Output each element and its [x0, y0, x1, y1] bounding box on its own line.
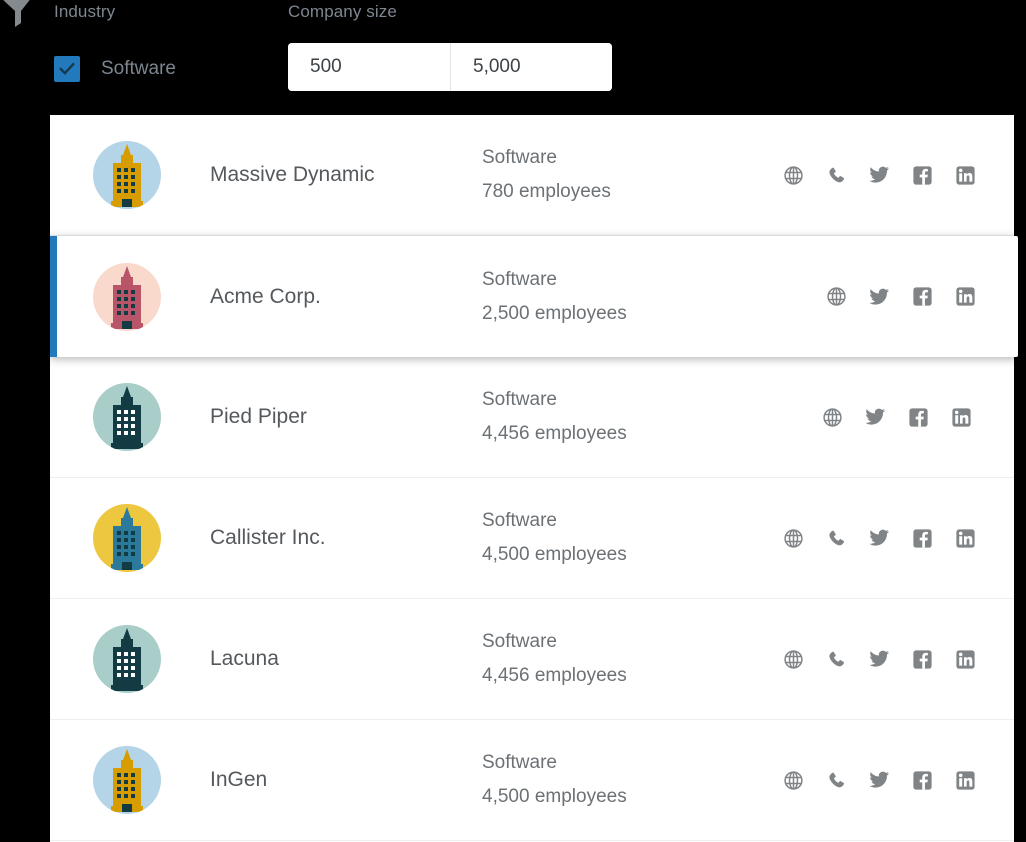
row-selection-indicator: [50, 236, 57, 357]
company-meta: Software 4,456 employees: [482, 383, 782, 451]
facebook-icon[interactable]: [911, 286, 933, 308]
avatar: [93, 504, 161, 572]
linkedin-icon[interactable]: [954, 286, 976, 308]
company-employees: 4,456 employees: [482, 665, 627, 686]
linkedin-icon[interactable]: [950, 406, 972, 428]
company-search-screen: Industry Company size Software 500 5,000: [0, 0, 1026, 842]
facebook-icon[interactable]: [911, 527, 933, 549]
avatar: [93, 141, 161, 209]
table-row[interactable]: Lacuna Software 4,456 employees: [50, 599, 1014, 720]
social-links: [782, 164, 976, 186]
twitter-icon[interactable]: [864, 406, 886, 428]
company-size-min-input[interactable]: 500: [288, 43, 450, 91]
linkedin-icon[interactable]: [954, 527, 976, 549]
social-links: [821, 406, 972, 428]
twitter-icon[interactable]: [868, 527, 890, 549]
company-meta: Software 4,500 employees: [482, 504, 782, 572]
company-meta: Software 4,456 employees: [482, 625, 782, 693]
company-name: Massive Dynamic: [210, 163, 375, 186]
company-results-list: Massive Dynamic Software 780 employees A…: [50, 115, 1018, 842]
company-industry: Software: [482, 752, 557, 773]
globe-icon[interactable]: [825, 286, 847, 308]
company-name: Callister Inc.: [210, 526, 326, 549]
company-name: Acme Corp.: [210, 284, 321, 308]
avatar: [93, 383, 161, 451]
company-size-filter-label: Company size: [288, 2, 397, 21]
table-row[interactable]: Pied Piper Software 4,456 employees: [50, 357, 1014, 478]
company-employees: 4,500 employees: [482, 786, 627, 807]
phone-icon[interactable]: [825, 527, 847, 549]
company-industry: Software: [482, 389, 557, 410]
industry-filter-column: Industry: [54, 0, 115, 24]
table-row[interactable]: Massive Dynamic Software 780 employees: [50, 115, 1014, 236]
filter-funnel-icon: [2, 0, 36, 30]
company-name: InGen: [210, 768, 268, 791]
industry-option-software[interactable]: Software: [54, 56, 176, 82]
facebook-icon[interactable]: [911, 769, 933, 791]
linkedin-icon[interactable]: [954, 164, 976, 186]
facebook-icon[interactable]: [911, 648, 933, 670]
company-size-max-input[interactable]: 5,000: [450, 43, 612, 91]
industry-filter-label: Industry: [54, 2, 116, 21]
globe-icon[interactable]: [782, 527, 804, 549]
company-size-range-group: 500 5,000: [288, 43, 612, 91]
company-name: Lacuna: [210, 647, 279, 670]
social-links: [782, 769, 976, 791]
avatar: [93, 625, 161, 693]
company-employees: 2,500 employees: [482, 302, 627, 324]
company-employees: 780 employees: [482, 181, 611, 202]
avatar: [93, 262, 161, 331]
twitter-icon[interactable]: [868, 164, 890, 186]
filter-bar: Industry Company size Software 500 5,000: [0, 0, 1026, 115]
table-row-selected[interactable]: Acme Corp. Software 2,500 employees: [50, 236, 1018, 357]
facebook-icon[interactable]: [911, 164, 933, 186]
company-industry: Software: [482, 147, 557, 168]
company-meta: Software 780 employees: [482, 141, 782, 209]
company-industry: Software: [482, 510, 557, 531]
twitter-icon[interactable]: [868, 286, 890, 308]
avatar: [93, 746, 161, 814]
globe-icon[interactable]: [821, 406, 843, 428]
social-links: [782, 648, 976, 670]
table-row[interactable]: Callister Inc. Software 4,500 employees: [50, 478, 1014, 599]
twitter-icon[interactable]: [868, 648, 890, 670]
linkedin-icon[interactable]: [954, 648, 976, 670]
company-employees: 4,456 employees: [482, 423, 627, 444]
phone-icon[interactable]: [825, 769, 847, 791]
company-industry: Software: [482, 268, 557, 290]
software-checkbox-label: Software: [101, 58, 176, 79]
social-links: [782, 527, 976, 549]
globe-icon[interactable]: [782, 648, 804, 670]
globe-icon[interactable]: [782, 769, 804, 791]
globe-icon[interactable]: [782, 164, 804, 186]
twitter-icon[interactable]: [868, 769, 890, 791]
company-meta: Software 2,500 employees: [482, 263, 782, 331]
table-row[interactable]: InGen Software 4,500 employees: [50, 720, 1014, 841]
company-industry: Software: [482, 631, 557, 652]
software-checkbox[interactable]: [54, 56, 80, 82]
phone-icon[interactable]: [825, 648, 847, 670]
company-meta: Software 4,500 employees: [482, 746, 782, 814]
linkedin-icon[interactable]: [954, 769, 976, 791]
phone-icon[interactable]: [825, 164, 847, 186]
company-name: Pied Piper: [210, 405, 307, 428]
facebook-icon[interactable]: [907, 406, 929, 428]
social-links: [825, 286, 976, 308]
company-employees: 4,500 employees: [482, 544, 627, 565]
company-size-filter-column: Company size: [288, 0, 397, 24]
